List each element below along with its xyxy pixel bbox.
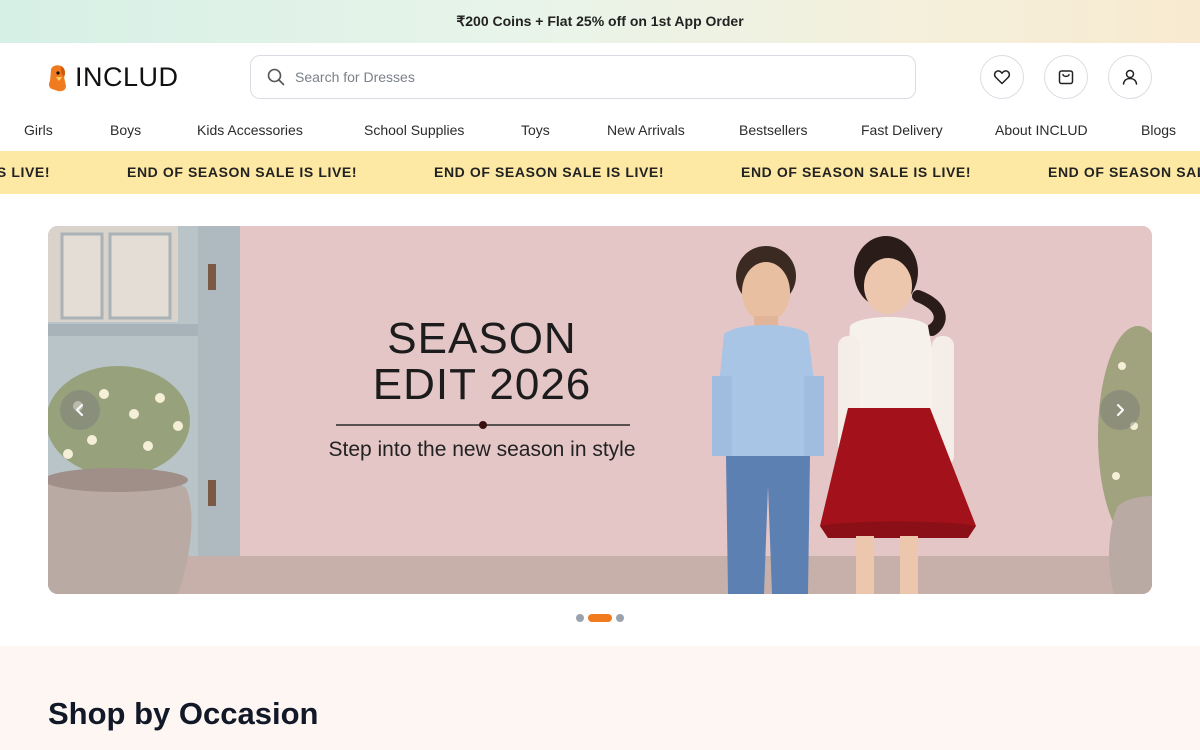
nav-item-about[interactable]: About INCLUD [995,122,1088,138]
logo-text: INCLUD [75,62,179,92]
sale-ticker: END OF SEASON SALE IS LIVE! END OF SEASO… [0,151,1200,194]
banner-divider [336,421,630,429]
bag-icon [1058,70,1074,85]
ticker-item: END OF SEASON SALE IS LIVE! [127,164,358,180]
account-button[interactable] [1108,55,1152,99]
hero-banner[interactable]: SEASON EDIT 2026 Step into the new seaso… [48,226,1152,594]
heart-icon [993,70,1011,85]
logo-mark-icon [48,64,66,91]
nav-item-blogs[interactable]: Blogs [1141,122,1176,138]
nav-item-toys[interactable]: Toys [521,122,550,138]
ticker-item: END OF SEASON SALE IS LIVE! [0,164,51,180]
nav-item-school-supplies[interactable]: School Supplies [364,122,464,138]
user-icon [1122,69,1138,85]
search-bar[interactable] [250,55,916,99]
carousel-dots [576,614,624,622]
nav-item-kids-accessories[interactable]: Kids Accessories [197,122,303,138]
promo-bar: ₹200 Coins + Flat 25% off on 1st App Ord… [0,0,1200,43]
ticker-item: END OF SEASON SALE IS LIVE! [741,164,972,180]
ticker-item: END OF SEASON SALE IS LIVE! [1048,164,1200,180]
site-header: INCLUD [0,43,1200,111]
wishlist-button[interactable] [980,55,1024,99]
search-icon [267,68,285,86]
nav-item-bestsellers[interactable]: Bestsellers [739,122,807,138]
banner-title-line2: EDIT 2026 [372,360,592,409]
carousel-next-button[interactable] [1100,390,1140,430]
carousel-dot-2[interactable] [588,614,612,622]
nav-item-girls[interactable]: Girls [24,122,53,138]
carousel-dot-3[interactable] [616,614,624,622]
chevron-left-icon [76,404,83,416]
carousel-dot-1[interactable] [576,614,584,622]
main-nav: Girls Boys Kids Accessories School Suppl… [0,111,1200,151]
search-input[interactable] [295,69,875,85]
chevron-right-icon [1117,404,1124,416]
cart-button[interactable] [1044,55,1088,99]
promo-text: ₹200 Coins + Flat 25% off on 1st App Ord… [456,13,744,29]
nav-item-new-arrivals[interactable]: New Arrivals [607,122,685,138]
nav-item-fast-delivery[interactable]: Fast Delivery [861,122,943,138]
section-title: Shop by Occasion [48,696,319,731]
nav-item-boys[interactable]: Boys [110,122,141,138]
banner-title-line1: SEASON [387,314,577,363]
banner-subtitle: Step into the new season in style [328,438,636,461]
banner-image [48,226,1152,594]
logo[interactable]: INCLUD [47,62,179,93]
carousel-prev-button[interactable] [60,390,100,430]
shop-by-occasion-section: Shop by Occasion [0,646,1200,750]
banner-title: SEASON EDIT 2026 [302,316,662,408]
ticker-item: END OF SEASON SALE IS LIVE! [434,164,665,180]
